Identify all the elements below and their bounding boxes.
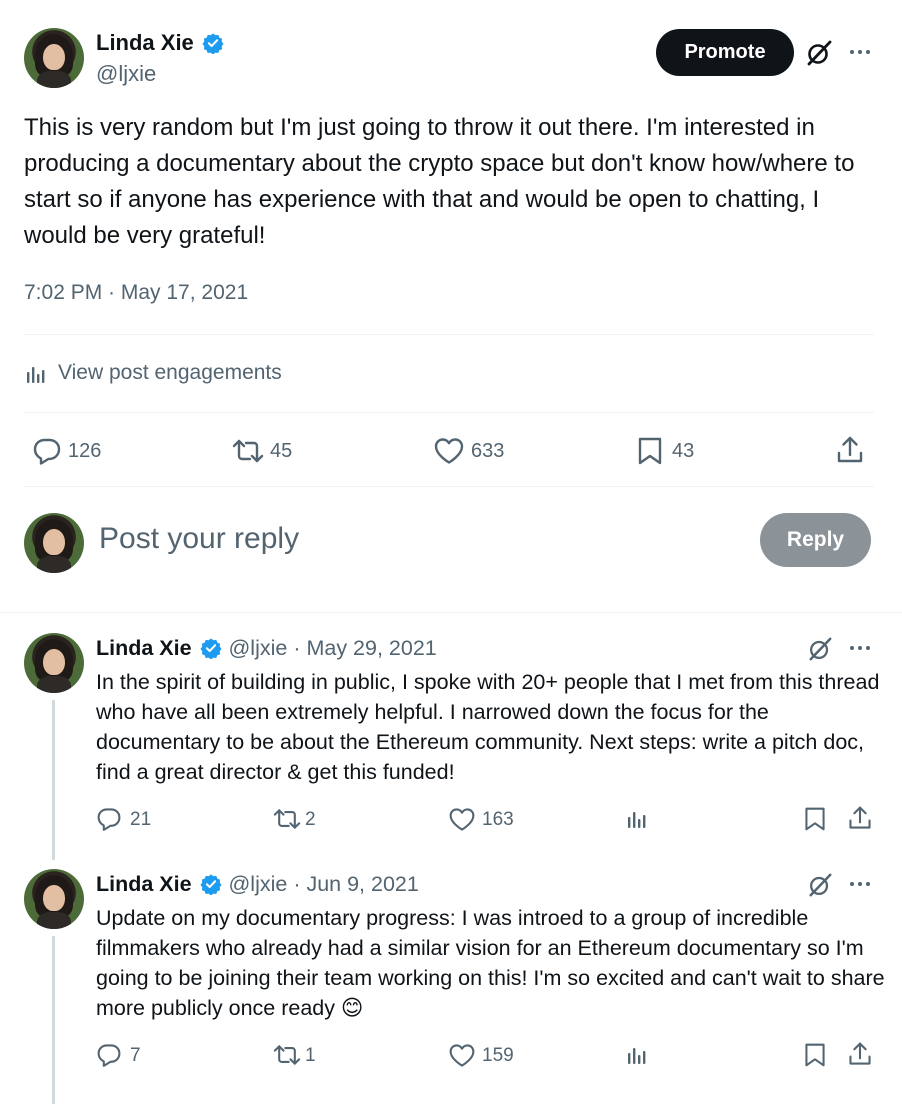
reply-avatar[interactable] xyxy=(24,633,84,693)
analytics-icon[interactable] xyxy=(626,1044,648,1066)
like-count: 633 xyxy=(471,440,505,462)
reply-avatar[interactable] xyxy=(24,869,84,929)
post-text: This is very random but I'm just going t… xyxy=(24,114,855,249)
more-options-icon[interactable] xyxy=(848,872,872,896)
reply-button[interactable]: Reply xyxy=(760,513,871,567)
divider xyxy=(24,412,874,413)
analytics-icon xyxy=(25,363,47,385)
repost-count: 1 xyxy=(305,1045,316,1066)
reply-author-name[interactable]: Linda Xie xyxy=(96,872,192,896)
divider xyxy=(24,486,874,487)
grok-icon[interactable] xyxy=(804,38,834,68)
reply-icon[interactable] xyxy=(32,436,62,466)
bookmark-count: 43 xyxy=(672,440,695,462)
grok-icon[interactable] xyxy=(806,871,834,899)
verified-badge-icon xyxy=(202,32,224,55)
more-options-icon[interactable] xyxy=(848,636,872,660)
reply-icon[interactable] xyxy=(96,806,122,832)
reply-meta[interactable]: @ljxie · Jun 9, 2021 xyxy=(228,872,418,896)
like-count: 159 xyxy=(482,1045,514,1066)
share-icon[interactable] xyxy=(847,1041,873,1067)
like-icon[interactable] xyxy=(448,1043,476,1068)
analytics-icon[interactable] xyxy=(626,808,648,830)
reply-author-info: Linda Xie @ljxie · Jun 9, 2021 xyxy=(96,872,419,897)
reply-icon[interactable] xyxy=(96,1042,122,1068)
bookmark-icon[interactable] xyxy=(803,806,827,832)
reply-input[interactable]: Post your reply xyxy=(99,522,299,556)
post-timestamp[interactable]: 7:02 PM · May 17, 2021 xyxy=(24,281,248,305)
author-info: Linda Xie xyxy=(96,30,224,56)
like-icon[interactable] xyxy=(448,807,476,832)
thread-line xyxy=(52,936,55,1104)
reply-author-info: Linda Xie @ljxie · May 29, 2021 xyxy=(96,636,437,661)
composer-avatar[interactable] xyxy=(24,513,84,573)
more-options-icon[interactable] xyxy=(848,40,872,64)
share-icon[interactable] xyxy=(835,435,865,465)
divider xyxy=(24,334,874,335)
reply-count: 7 xyxy=(130,1045,141,1066)
reply-meta[interactable]: @ljxie · May 29, 2021 xyxy=(228,636,436,660)
reply-count: 126 xyxy=(68,440,102,462)
reply-count: 21 xyxy=(130,809,152,830)
grok-icon[interactable] xyxy=(806,635,834,663)
bookmark-icon[interactable] xyxy=(803,1042,827,1068)
author-avatar[interactable] xyxy=(24,28,84,88)
repost-icon[interactable] xyxy=(271,806,303,832)
repost-count: 2 xyxy=(305,809,316,830)
author-handle[interactable]: @ljxie xyxy=(96,61,156,87)
reply-text: In the spirit of building in public, I s… xyxy=(96,670,880,784)
view-engagements-link[interactable]: View post engagements xyxy=(58,361,282,385)
like-icon[interactable] xyxy=(433,437,465,465)
verified-badge-icon xyxy=(200,637,222,660)
repost-icon[interactable] xyxy=(230,436,266,466)
bookmark-icon[interactable] xyxy=(636,436,664,466)
share-icon[interactable] xyxy=(847,805,873,831)
reply-author-name[interactable]: Linda Xie xyxy=(96,636,192,660)
promote-button[interactable]: Promote xyxy=(656,29,794,76)
section-divider xyxy=(0,612,902,613)
reply-text: Update on my documentary progress: I was… xyxy=(96,906,885,1020)
thread-line xyxy=(52,700,55,860)
verified-badge-icon xyxy=(200,873,222,896)
author-name[interactable]: Linda Xie xyxy=(96,30,194,55)
repost-icon[interactable] xyxy=(271,1042,303,1068)
like-count: 163 xyxy=(482,809,514,830)
repost-count: 45 xyxy=(270,440,293,462)
